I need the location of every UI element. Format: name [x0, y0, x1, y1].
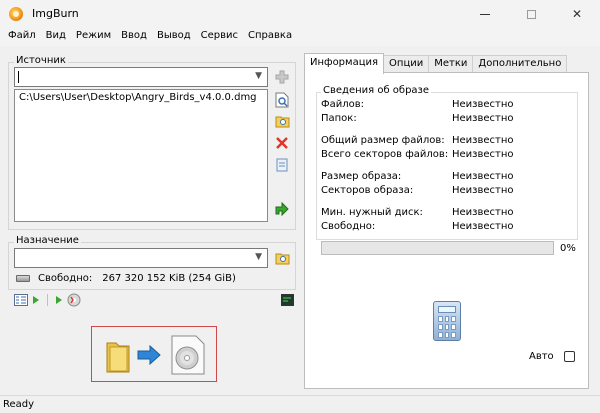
build-button[interactable] — [91, 326, 217, 382]
destination-combobox[interactable]: ▼ — [14, 248, 268, 268]
green-arrow-icon — [275, 201, 289, 216]
menu-mode[interactable]: Режим — [71, 28, 116, 46]
remove-file-button[interactable] — [274, 135, 290, 151]
calculator-screen — [438, 306, 456, 313]
menu-help[interactable]: Справка — [243, 28, 297, 46]
terminal-icon[interactable] — [281, 294, 294, 306]
browse-folder-button[interactable] — [274, 113, 290, 129]
close-button[interactable]: ✕ — [554, 0, 600, 28]
info-value-free: Неизвестно — [452, 221, 514, 232]
title-bar: ImgBurn ✕ — [0, 0, 600, 28]
menu-output[interactable]: Вывод — [152, 28, 196, 46]
play-small-icon[interactable] — [55, 295, 63, 305]
log-view-icon[interactable] — [14, 294, 28, 306]
free-space-row: Свободно: 267 320 152 KiB (254 GiB) — [16, 273, 236, 284]
chevron-down-icon: ▼ — [255, 252, 262, 262]
imgburn-logo-icon — [9, 7, 23, 21]
browse-destination-button[interactable] — [274, 250, 290, 266]
calculator-icon — [438, 316, 456, 338]
info-value-folders: Неизвестно — [452, 113, 514, 124]
source-file-list[interactable]: C:\Users\User\Desktop\Angry_Birds_v4.0.0… — [14, 89, 268, 222]
image-info-title: Сведения об образе — [321, 85, 432, 96]
info-label-free: Свободно: — [321, 221, 376, 232]
menu-file[interactable]: Файл — [3, 28, 41, 46]
info-value-files: Неизвестно — [452, 99, 514, 110]
info-value-total-sectors: Неизвестно — [452, 149, 514, 160]
info-label-total-size: Общий размер файлов: — [321, 135, 445, 146]
list-item[interactable]: C:\Users\User\Desktop\Angry_Birds_v4.0.0… — [15, 90, 267, 105]
tab-information[interactable]: Информация — [304, 53, 385, 74]
folder-search-icon — [275, 116, 289, 128]
info-label-image-sectors: Секторов образа: — [321, 185, 414, 196]
plus-icon — [275, 70, 289, 84]
calculator-button[interactable] — [433, 301, 461, 341]
tab-advanced[interactable]: Дополнительно — [472, 55, 568, 73]
auto-label: Авто — [529, 351, 554, 362]
info-label-image-size: Размер образа: — [321, 171, 402, 182]
disc-verify-icon[interactable] — [67, 293, 81, 307]
menu-input[interactable]: Ввод — [116, 28, 152, 46]
folder-search-icon — [275, 253, 289, 265]
window-title: ImgBurn — [32, 7, 79, 20]
tab-options[interactable]: Опции — [383, 55, 430, 73]
delete-x-icon — [276, 137, 288, 149]
information-panel: Сведения об образе Файлов: Неизвестно Па… — [304, 72, 589, 389]
maximize-icon — [526, 9, 536, 19]
text-caret — [18, 71, 19, 83]
free-space-label: Свободно: — [38, 273, 93, 284]
browse-file-button[interactable] — [274, 92, 290, 108]
search-file-icon — [275, 92, 289, 108]
info-value-total-size: Неизвестно — [452, 135, 514, 146]
arrow-right-icon — [137, 345, 161, 365]
hard-drive-icon — [16, 275, 30, 282]
info-value-image-sectors: Неизвестно — [452, 185, 514, 196]
info-label-total-sectors: Всего секторов файлов: — [321, 149, 449, 160]
destination-label: Назначение — [14, 235, 81, 246]
tab-labels[interactable]: Метки — [428, 55, 474, 73]
status-text: Ready — [3, 399, 35, 410]
folder-icon — [106, 342, 130, 373]
info-label-folders: Папок: — [321, 113, 357, 124]
auto-checkbox[interactable] — [564, 351, 575, 362]
clear-list-icon — [276, 158, 288, 172]
progress-bar — [321, 241, 554, 255]
source-combobox[interactable]: ▼ — [14, 67, 268, 87]
info-label-files: Файлов: — [321, 99, 365, 110]
status-bar: Ready — [0, 395, 600, 413]
info-value-image-size: Неизвестно — [452, 171, 514, 182]
close-icon: ✕ — [571, 7, 583, 21]
progress-percent: 0% — [560, 243, 576, 254]
add-files-button[interactable] — [274, 69, 290, 85]
source-label: Источник — [14, 55, 68, 66]
menu-tools[interactable]: Сервис — [196, 28, 243, 46]
info-value-min-disc: Неизвестно — [452, 207, 514, 218]
maximize-button[interactable] — [508, 0, 554, 28]
disc-image-icon — [171, 335, 205, 375]
minimize-button[interactable] — [462, 0, 508, 28]
play-small-icon[interactable] — [32, 295, 40, 305]
toolbar-divider — [47, 294, 48, 306]
tab-strip: Информация Опции Метки Дополнительно — [304, 53, 568, 74]
mini-toolbar — [14, 293, 81, 307]
menu-view[interactable]: Вид — [41, 28, 71, 46]
free-space-value: 267 320 152 KiB (254 GiB) — [102, 273, 236, 284]
info-label-min-disc: Мин. нужный диск: — [321, 207, 423, 218]
chevron-down-icon: ▼ — [255, 71, 262, 81]
clear-list-button[interactable] — [274, 157, 290, 173]
minimize-icon — [480, 13, 490, 15]
calculate-button[interactable] — [274, 200, 290, 216]
menu-bar: Файл Вид Режим Ввод Вывод Сервис Справка — [0, 28, 600, 46]
